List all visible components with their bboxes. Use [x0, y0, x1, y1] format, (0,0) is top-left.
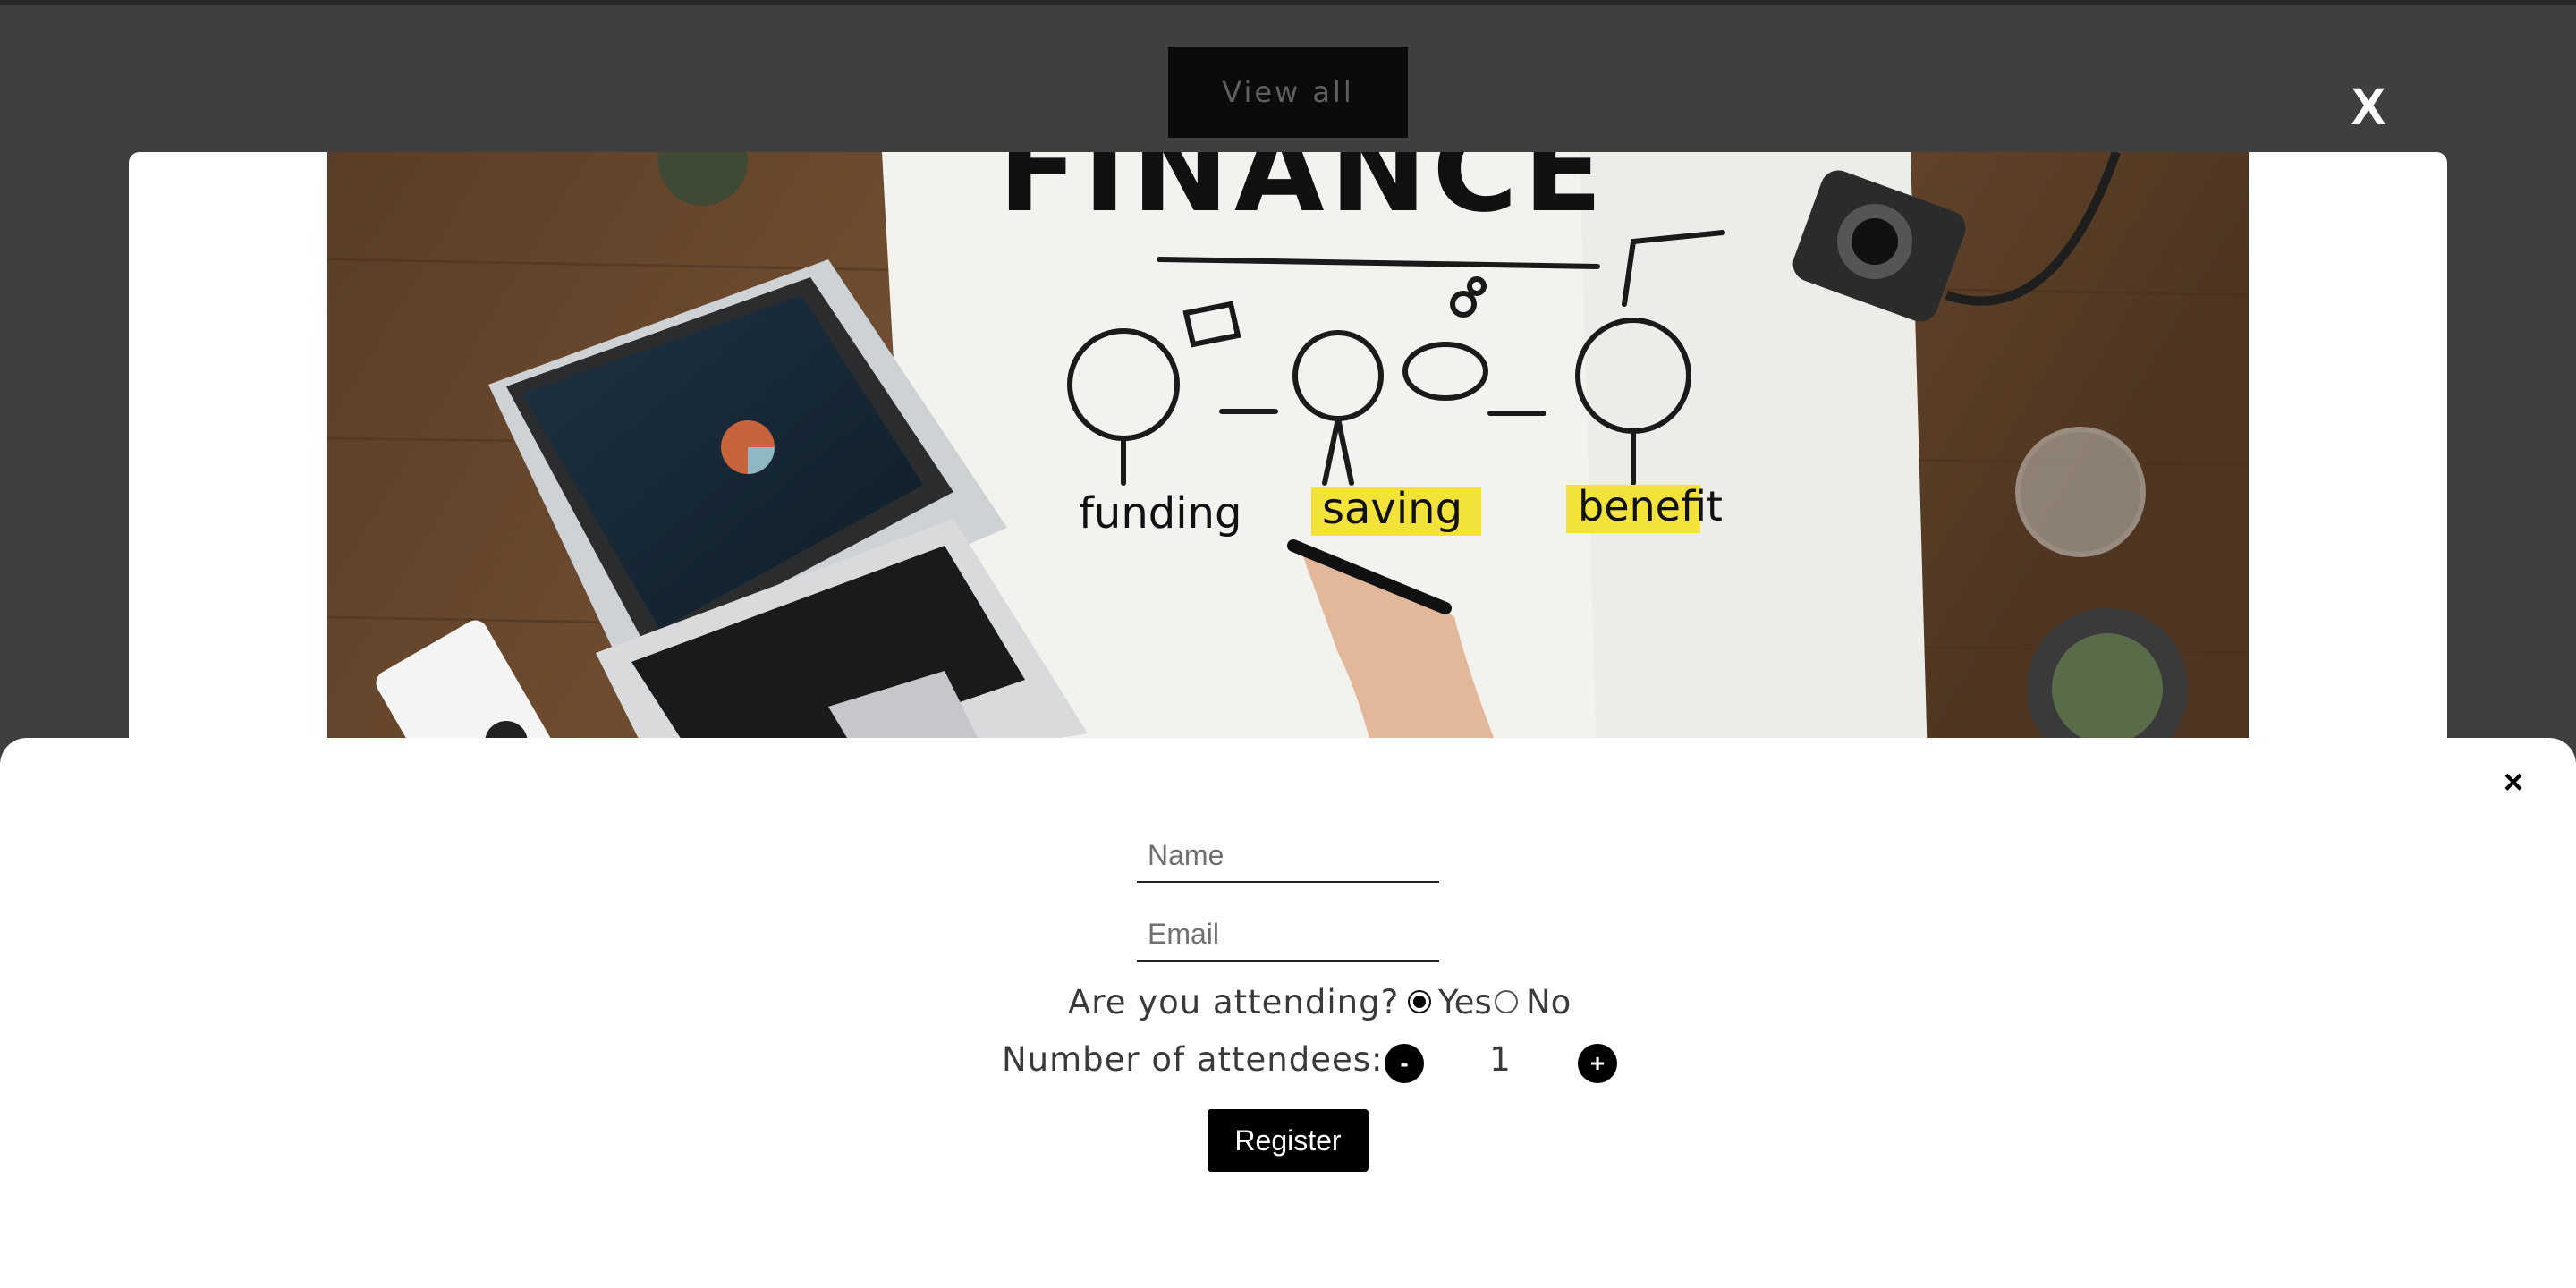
close-icon[interactable]: X [2342, 77, 2395, 136]
image-card: FINANCE funding saving benefit [129, 152, 2447, 796]
hero-label-funding: funding [1079, 488, 1241, 538]
registration-sheet: × Are you attending? Yes No Number of at… [0, 738, 2576, 1288]
attending-label: Are you attending? [1068, 983, 1400, 1021]
hero-headline: FINANCE [998, 152, 1608, 238]
attendees-label: Number of attendees: [1002, 1040, 1384, 1079]
attending-yes-label[interactable]: Yes [1438, 983, 1492, 1022]
view-all-button[interactable]: View all [1168, 47, 1408, 138]
decrement-button[interactable]: - [1385, 1044, 1424, 1083]
email-field[interactable] [1137, 908, 1439, 962]
attendees-count: 1 [1489, 1040, 1511, 1079]
attending-no-radio[interactable] [1495, 990, 1518, 1013]
attending-no-label[interactable]: No [1526, 983, 1571, 1022]
close-icon[interactable]: × [2496, 764, 2531, 801]
register-button[interactable]: Register [1208, 1109, 1368, 1172]
increment-button[interactable]: + [1578, 1044, 1617, 1083]
attending-yes-radio[interactable] [1408, 990, 1431, 1013]
finance-hero-image: FINANCE funding saving benefit [327, 152, 2249, 796]
hero-label-saving: saving [1322, 484, 1462, 534]
top-strip [0, 0, 2576, 5]
hero-label-benefit: benefit [1578, 482, 1723, 530]
name-field[interactable] [1137, 829, 1439, 883]
